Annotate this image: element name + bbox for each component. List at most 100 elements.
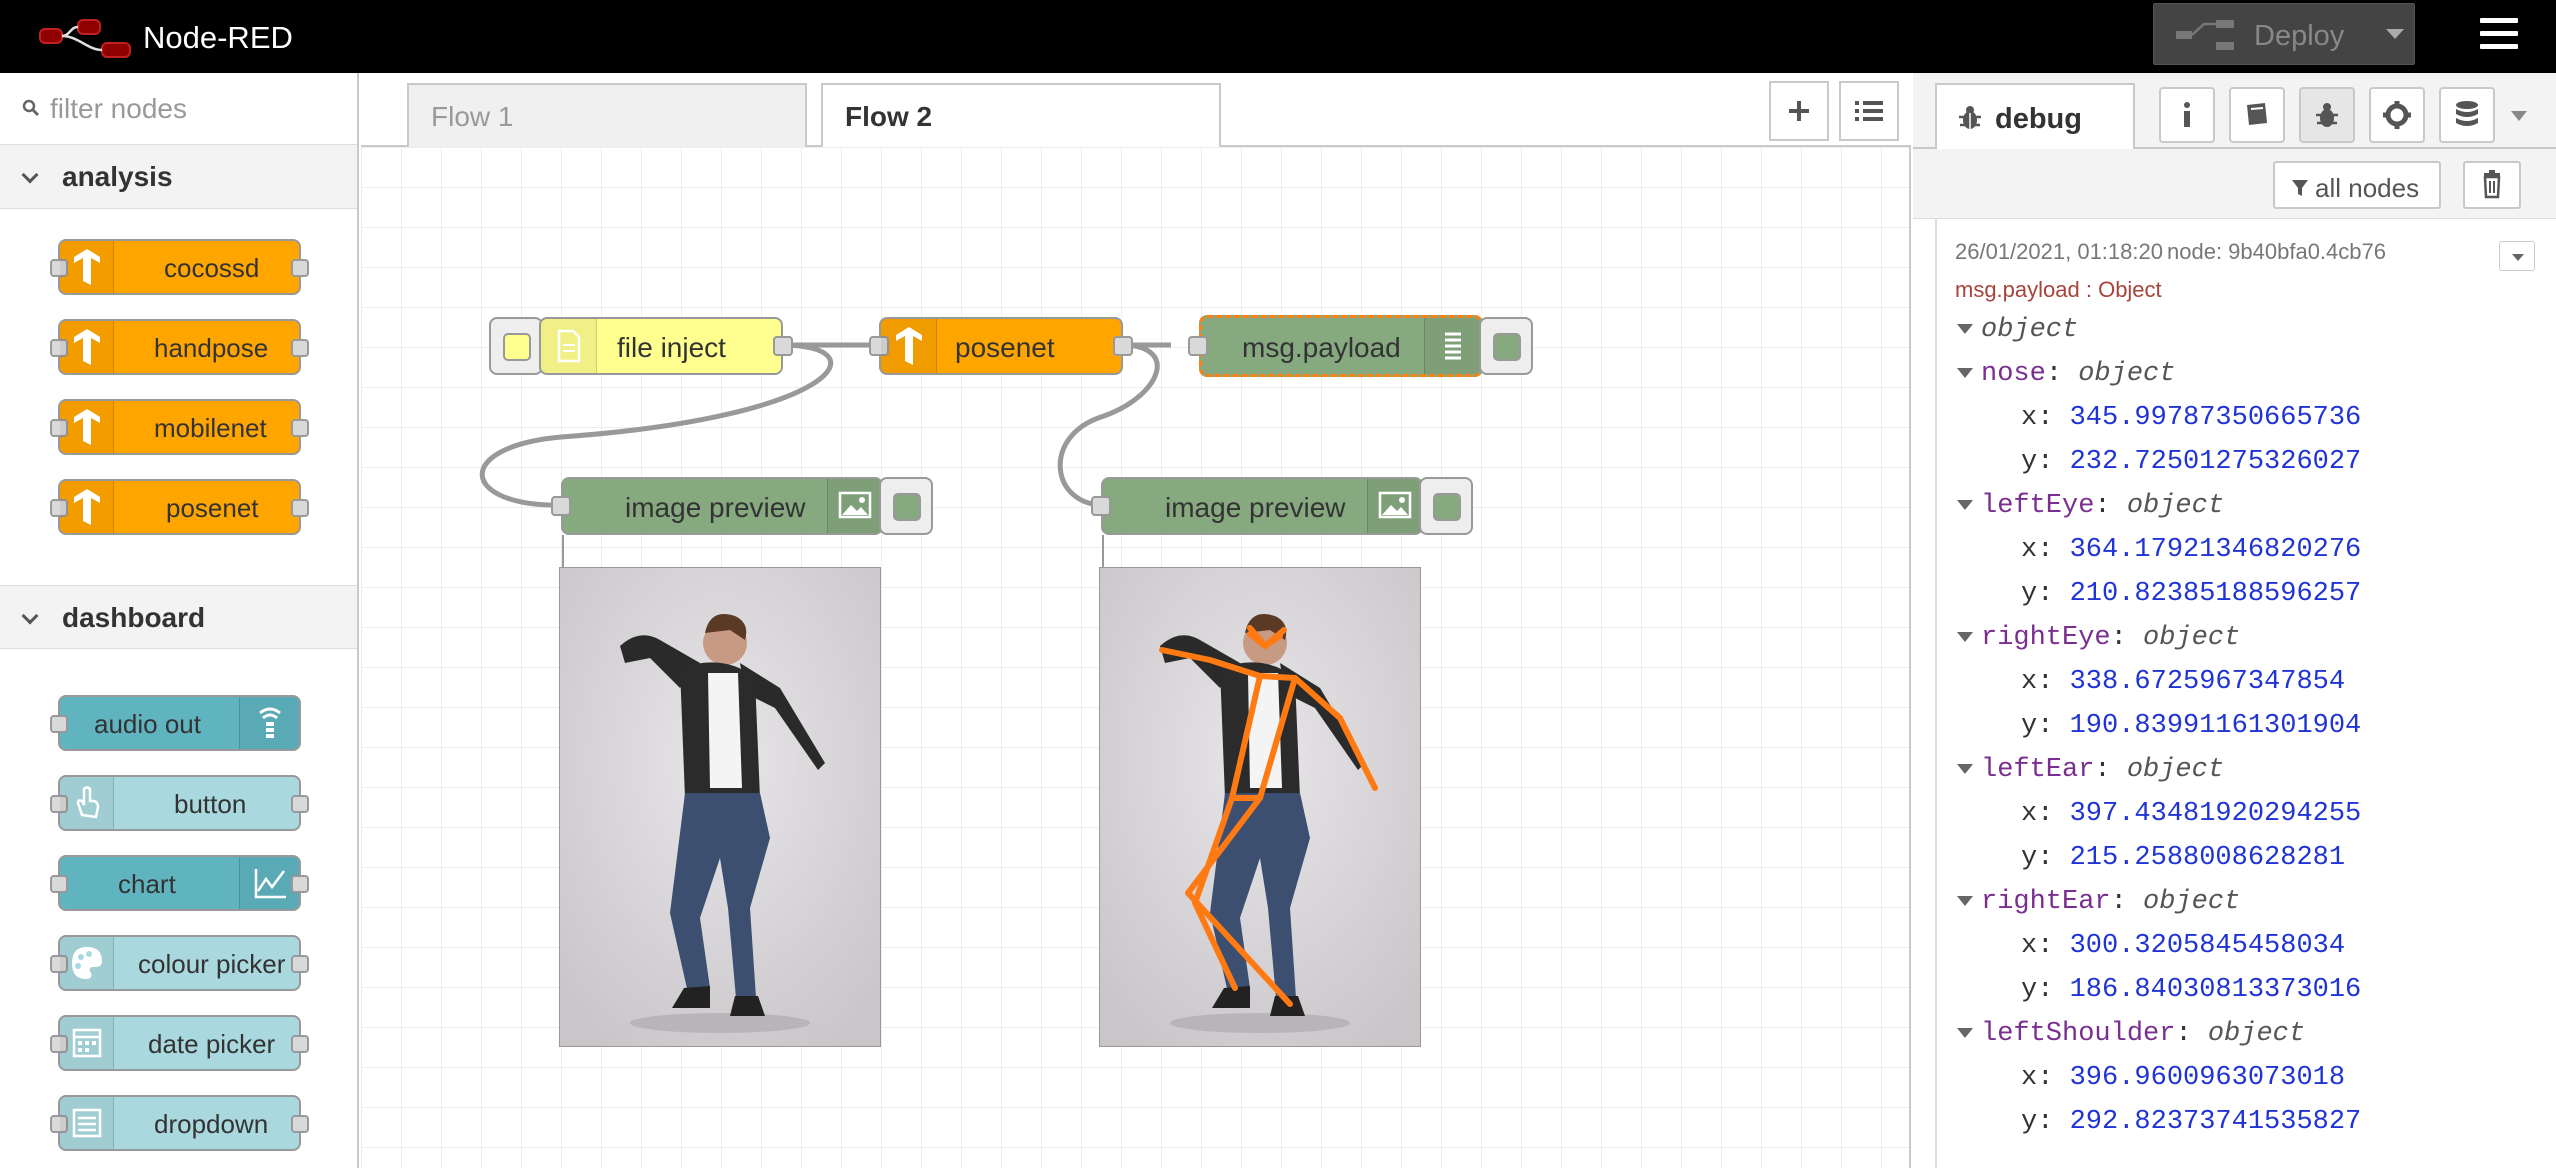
add-flow-button[interactable]	[1769, 81, 1829, 141]
tree-entry-leftshoulder[interactable]: leftShoulder: object	[1957, 1019, 2305, 1059]
deploy-button[interactable]: Deploy	[2153, 3, 2415, 65]
image-preview-node-1[interactable]: image preview	[551, 477, 883, 535]
inject-trigger-button[interactable]	[489, 317, 543, 375]
tree-value-row: x: 338.6725967347854	[2021, 667, 2346, 697]
context-tab-button[interactable]	[2439, 87, 2495, 143]
debug-toggle-button[interactable]	[1479, 317, 1533, 375]
image-icon	[1367, 479, 1421, 533]
app-title: Node-RED	[143, 20, 293, 55]
tree-value-row: y: 190.83991161301904	[2021, 711, 2362, 741]
debug-messages: 26/01/2021, 01:18:20 node: 9b40bfa0.4cb7…	[1913, 219, 2556, 1168]
palette-search	[0, 73, 357, 145]
tree-value-row: x: 397.43481920294255	[2021, 799, 2362, 829]
tree-entry-lefteye[interactable]: leftEye: object	[1957, 491, 2224, 531]
debug-list-icon	[1424, 318, 1480, 374]
palette-node-cocossd[interactable]: cocossd	[50, 239, 309, 295]
trash-icon	[2483, 170, 2501, 199]
dancer-pose-skeleton-image	[1100, 568, 1420, 1046]
deploy-icon	[2176, 20, 2234, 50]
message-options-dropdown[interactable]	[2499, 241, 2535, 271]
clear-debug-button[interactable]	[2463, 161, 2521, 209]
category-dashboard-body: audio out button chart colour picker dat…	[0, 649, 357, 1168]
palette-node-dropdown[interactable]: dropdown	[50, 1095, 309, 1151]
tree-value-row: y: 292.82373741535827	[2021, 1107, 2362, 1137]
deploy-label: Deploy	[2254, 20, 2345, 52]
flow-canvas[interactable]: file inject posenet msg.payload image pr…	[361, 147, 1911, 1168]
bug-icon	[1959, 106, 1981, 129]
tree-entry-leftear[interactable]: leftEar: object	[1957, 755, 2224, 795]
debug-tab-label: debug	[1995, 103, 2082, 135]
node-red-app: Node-RED Deploy filter nodes analysis co…	[0, 0, 2556, 1168]
tree-entry-rightear[interactable]: rightEar: object	[1957, 887, 2240, 927]
tree-entry-righteye[interactable]: rightEye: object	[1957, 623, 2240, 663]
category-dashboard-header[interactable]: dashboard	[0, 585, 357, 649]
filter-nodes-input[interactable]	[50, 87, 340, 131]
tensorflow-icon	[60, 321, 114, 373]
category-analysis-header[interactable]: analysis	[0, 145, 357, 209]
debug-node[interactable]: msg.payload	[1188, 315, 1483, 377]
sidebar-tabs: debug	[1913, 73, 2556, 151]
message-timestamp: 26/01/2021, 01:18:20	[1955, 239, 2163, 264]
filter-all-nodes-button[interactable]: all nodes	[2273, 161, 2441, 209]
node-palette: analysis cocossd handpose	[0, 73, 359, 1168]
tab-flow-2[interactable]: Flow 2	[821, 83, 1221, 151]
debug-tab-button[interactable]	[2299, 87, 2355, 143]
chevron-down-icon	[21, 166, 39, 184]
workspace-tabs: Flow 1 Flow 2	[361, 73, 1911, 151]
tree-value-row: y: 215.2588008628281	[2021, 843, 2346, 873]
file-icon	[541, 319, 597, 373]
tab-debug[interactable]: debug	[1935, 83, 2135, 151]
expand-caret-icon	[1957, 895, 1973, 906]
posenet-node[interactable]: posenet	[869, 317, 1133, 375]
sidebar-tabs-dropdown-icon[interactable]	[2511, 111, 2527, 121]
palette-icon	[60, 937, 114, 989]
preview-2-toggle-button[interactable]	[1419, 477, 1473, 535]
tree-entry-nose[interactable]: nose: object	[1957, 359, 2175, 399]
message-source-node[interactable]: node: 9b40bfa0.4cb76	[2167, 239, 2386, 265]
tree-value-row: x: 364.17921346820276	[2021, 535, 2362, 565]
calendar-icon	[60, 1017, 114, 1069]
book-icon	[2247, 103, 2267, 125]
debug-toolbar: all nodes	[1913, 149, 2556, 219]
palette-node-audio-out[interactable]: audio out	[50, 695, 301, 751]
dancer-photo-preview	[559, 567, 881, 1047]
file-inject-node[interactable]: file inject	[539, 317, 793, 375]
search-icon	[22, 99, 40, 117]
palette-node-button[interactable]: button	[50, 775, 309, 831]
info-tab-button[interactable]	[2159, 87, 2215, 143]
tensorflow-icon	[60, 401, 114, 453]
palette-node-colour-picker[interactable]: colour picker	[50, 935, 309, 991]
palette-node-mobilenet[interactable]: mobilenet	[50, 399, 309, 455]
help-tab-button[interactable]	[2229, 87, 2285, 143]
deploy-dropdown-caret-icon[interactable]	[2386, 29, 2404, 39]
database-icon	[2456, 101, 2478, 126]
tree-value-row: x: 345.99787350665736	[2021, 403, 2362, 433]
tree-value-row: x: 396.9600963073018	[2021, 1063, 2346, 1093]
palette-node-date-picker[interactable]: date picker	[50, 1015, 309, 1071]
gear-icon	[2383, 101, 2411, 129]
main-menu-button[interactable]	[2480, 16, 2522, 52]
category-label: analysis	[62, 161, 173, 192]
list-flows-button[interactable]	[1839, 81, 1899, 141]
image-preview-node-2[interactable]: image preview	[1091, 477, 1423, 535]
dancer-pose-preview	[1099, 567, 1421, 1047]
palette-node-posenet[interactable]: posenet	[50, 479, 309, 535]
info-icon	[2184, 102, 2190, 127]
palette-node-chart[interactable]: chart	[50, 855, 309, 911]
audio-icon	[239, 697, 299, 749]
palette-node-handpose[interactable]: handpose	[50, 319, 309, 375]
tensorflow-icon	[60, 481, 114, 533]
config-tab-button[interactable]	[2369, 87, 2425, 143]
hand-pointer-icon	[60, 777, 114, 829]
header-bar: Node-RED Deploy	[0, 0, 2556, 73]
tree-root-row[interactable]: object	[1957, 315, 2078, 355]
message-topic: msg.payload : Object	[1955, 277, 2162, 302]
tab-flow-1[interactable]: Flow 1	[407, 83, 807, 149]
tree-value-row: y: 210.82385188596257	[2021, 579, 2362, 609]
tree-value-row: x: 300.3205845458034	[2021, 931, 2346, 961]
expand-caret-icon	[1957, 367, 1973, 378]
tensorflow-icon	[60, 241, 114, 293]
preview-1-toggle-button[interactable]	[879, 477, 933, 535]
expand-caret-icon	[1957, 763, 1973, 774]
plus-icon	[1789, 101, 1809, 121]
